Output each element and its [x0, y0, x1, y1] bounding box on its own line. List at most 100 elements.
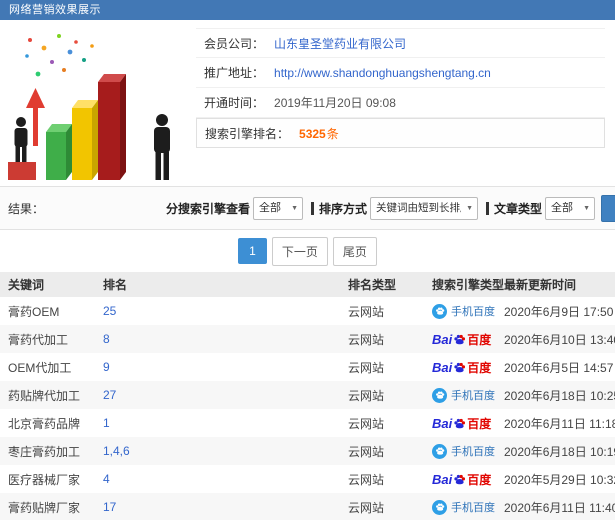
- rank-type-cell: 云网站: [348, 500, 385, 515]
- engine-cell: Bai 百度: [424, 409, 496, 437]
- engine-cell: Bai 百度: [424, 325, 496, 353]
- engine-cell: 手机百度: [424, 493, 496, 520]
- mobile-baidu-paw-icon: [432, 303, 447, 319]
- sort-filter-select-wrap: 关键词由短到长排序: [370, 196, 479, 220]
- baidu-logo-prefix: Bai: [432, 415, 453, 431]
- marketing-graphic: [0, 20, 196, 182]
- page-button-last[interactable]: 尾页: [332, 236, 377, 266]
- filter-bar: 结果： 分搜索引擎查看 全部 排序方式 关键词由短到长排序 文章类型 全部 提交: [0, 186, 615, 230]
- baidu-logo-label: 百度: [467, 360, 492, 375]
- baidu-logo-label: 百度: [467, 472, 492, 487]
- engine-cell: 手机百度: [424, 297, 496, 325]
- table-header-row: 关键词 排名 排名类型 搜索引擎类型 最新更新时间: [0, 272, 615, 297]
- info-row-open-time: 开通时间： 2019年11月20日 09:08: [196, 88, 605, 118]
- rank-link[interactable]: 17: [103, 500, 116, 514]
- mobile-baidu-badge: 手机百度: [432, 443, 495, 459]
- rank-link[interactable]: 1,4,6: [103, 444, 130, 458]
- engine-label: 手机百度: [451, 306, 495, 318]
- baidu-logo-label: 百度: [467, 416, 492, 431]
- rank-type-cell: 云网站: [348, 332, 385, 347]
- engine-cell: Bai 百度: [424, 353, 496, 381]
- mobile-baidu-badge: 手机百度: [432, 387, 495, 403]
- mobile-baidu-paw-icon: [432, 499, 447, 515]
- updated-cell: 2020年6月10日 13:40: [504, 332, 615, 347]
- rank-cell: 1: [95, 409, 340, 437]
- company-label: 会员公司：: [204, 36, 265, 51]
- engine-label: 手机百度: [451, 390, 495, 402]
- rank-link[interactable]: 27: [103, 388, 116, 402]
- page-button-current[interactable]: 1: [238, 238, 267, 264]
- baidu-paw-icon: [453, 333, 466, 346]
- engine-cell: 手机百度: [424, 381, 496, 409]
- submit-button[interactable]: 提交: [601, 194, 615, 222]
- table-row: 膏药OEM 25 云网站 手机百度 2020年6月9日 17:50: [0, 297, 615, 325]
- updated-cell: 2020年6月5日 14:57: [504, 360, 614, 375]
- mobile-baidu-paw-icon: [432, 387, 447, 403]
- article-type-select[interactable]: 全部: [545, 196, 596, 220]
- engine-filter-select[interactable]: 全部: [253, 196, 304, 220]
- rank-type-cell: 云网站: [348, 416, 385, 431]
- rank-link[interactable]: 8: [103, 332, 110, 346]
- updated-cell: 2020年6月18日 10:25: [504, 388, 615, 403]
- table-row: OEM代加工 9 云网站 Bai 百度 2020年6月5日 14:57: [0, 353, 615, 381]
- baidu-logo-prefix: Bai: [432, 359, 453, 375]
- rank-cell: 27: [95, 381, 340, 409]
- company-link[interactable]: 山东皇圣堂药业有限公司: [274, 35, 406, 52]
- rank-link[interactable]: 4: [103, 472, 110, 486]
- rank-type-cell: 云网站: [348, 388, 385, 403]
- sort-filter-select[interactable]: 关键词由短到长排序: [370, 196, 479, 220]
- baidu-logo: Bai 百度: [432, 415, 491, 432]
- column-header-rank-type: 排名类型: [340, 272, 424, 297]
- info-row-company: 会员公司： 山东皇圣堂药业有限公司: [196, 28, 605, 58]
- engine-label: 手机百度: [451, 446, 495, 458]
- column-header-engine-type: 搜索引擎类型: [424, 272, 504, 297]
- rank-link[interactable]: 9: [103, 360, 110, 374]
- info-section: 会员公司： 山东皇圣堂药业有限公司 推广地址： http://www.shand…: [0, 20, 615, 186]
- rank-count-number: 5325: [299, 126, 326, 141]
- engine-label: 手机百度: [451, 502, 495, 514]
- rank-type-cell: 云网站: [348, 304, 385, 319]
- keyword-cell: 膏药贴牌厂家: [8, 500, 81, 515]
- rank-count-label: 搜索引擎排名：: [205, 126, 290, 141]
- column-header-rank: 排名: [95, 272, 340, 297]
- mobile-baidu-badge: 手机百度: [432, 499, 495, 515]
- updated-cell: 2020年6月11日 11:18: [504, 416, 615, 431]
- rank-cell: 17: [95, 493, 340, 520]
- filter-separator: [486, 201, 490, 215]
- sort-filter-label: 排序方式: [319, 201, 368, 216]
- filter-separator: [311, 201, 315, 215]
- promo-url-label: 推广地址：: [204, 66, 265, 80]
- open-time-label: 开通时间：: [204, 96, 265, 110]
- engine-cell: 手机百度: [424, 437, 496, 465]
- info-row-rank-count: 搜索引擎排名： 5325条: [196, 118, 605, 148]
- baidu-paw-icon: [453, 361, 466, 374]
- engine-cell: Bai 百度: [424, 465, 496, 493]
- engine-filter-label: 分搜索引擎查看: [166, 201, 251, 216]
- rank-link[interactable]: 25: [103, 304, 116, 318]
- baidu-logo-prefix: Bai: [432, 471, 453, 487]
- page-button-next[interactable]: 下一页: [271, 236, 328, 266]
- rank-cell: 4: [95, 465, 340, 493]
- rank-type-cell: 云网站: [348, 472, 385, 487]
- updated-cell: 2020年6月18日 10:19: [504, 444, 615, 459]
- results-table-body: 膏药OEM 25 云网站 手机百度 2020年6月9日 17:50 膏药代加工 8 云网站 Ba…: [0, 297, 615, 520]
- page-title: 网络营销效果展示: [9, 4, 101, 16]
- keyword-cell: 药贴牌代加工: [8, 388, 81, 403]
- table-row: 膏药代加工 8 云网站 Bai 百度 2020年6月10日 13:40: [0, 325, 615, 353]
- mobile-baidu-badge: 手机百度: [432, 303, 495, 319]
- baidu-logo: Bai 百度: [432, 359, 491, 376]
- result-label: 结果：: [8, 201, 45, 216]
- rank-type-cell: 云网站: [348, 360, 385, 375]
- keyword-cell: 膏药OEM: [8, 304, 60, 319]
- rank-cell: 9: [95, 353, 340, 381]
- rank-link[interactable]: 1: [103, 416, 110, 430]
- rank-cell: 1,4,6: [95, 437, 340, 465]
- open-time-value: 2019年11月20日 09:08: [274, 96, 396, 110]
- baidu-logo: Bai 百度: [432, 471, 491, 488]
- engine-filter-select-wrap: 全部: [253, 196, 304, 220]
- baidu-logo-prefix: Bai: [432, 331, 453, 347]
- window-titlebar: 网络营销效果展示: [0, 0, 615, 20]
- promo-url-link[interactable]: http://www.shandonghuangshengtang.cn: [274, 66, 491, 80]
- baidu-logo: Bai 百度: [432, 331, 491, 348]
- updated-cell: 2020年6月11日 11:40: [504, 500, 615, 515]
